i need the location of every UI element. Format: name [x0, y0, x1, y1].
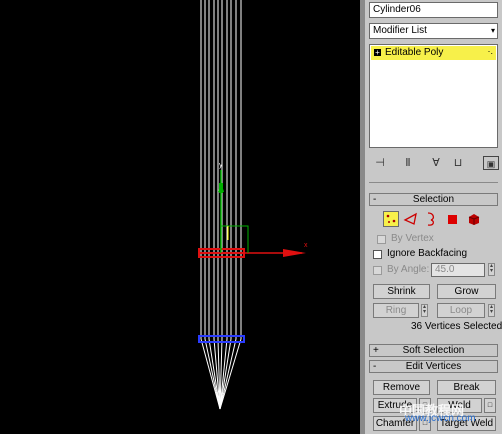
- angle-input[interactable]: 45.0: [431, 263, 485, 277]
- collapse-icon: -: [373, 194, 377, 205]
- cone-tip-wireframe: [200, 338, 242, 410]
- rollout-edit-vertices-title: Edit Vertices: [405, 361, 462, 372]
- chevron-down-icon: ▾: [490, 26, 495, 35]
- edge-icon[interactable]: [403, 211, 419, 227]
- watermark-url: www.jcwcn.com: [405, 413, 476, 424]
- divider: [369, 182, 498, 183]
- loop-spinner[interactable]: ▴ ▾: [488, 304, 495, 317]
- make-unique-icon[interactable]: ∀: [429, 156, 443, 170]
- selection-status: 36 Vertices Selected: [411, 321, 502, 332]
- shrink-button[interactable]: Shrink: [373, 284, 430, 299]
- angle-spinner[interactable]: ▴ ▾: [488, 263, 495, 276]
- viewport-canvas[interactable]: y x: [0, 0, 360, 434]
- by-vertex-label: By Vertex: [391, 233, 434, 244]
- by-angle-checkbox[interactable]: [373, 266, 382, 275]
- command-panel: Cylinder06 Modifier List ▾ + Editable Pol…: [365, 0, 502, 434]
- stack-item-editable-poly[interactable]: + Editable Poly ·.: [371, 46, 496, 60]
- remove-button[interactable]: Remove: [373, 380, 430, 395]
- gizmo-x-arrow[interactable]: [283, 249, 306, 257]
- ignore-backfacing-checkbox[interactable]: [373, 250, 382, 259]
- axis-y-label: y: [219, 162, 223, 169]
- expand-icon[interactable]: +: [374, 48, 381, 56]
- rollout-selection-header[interactable]: - Selection: [369, 193, 498, 206]
- element-icon[interactable]: [466, 211, 482, 227]
- ring-button[interactable]: Ring: [373, 303, 419, 318]
- rollout-soft-selection-header[interactable]: + Soft Selection: [369, 344, 498, 357]
- rollout-soft-selection-title: Soft Selection: [402, 345, 465, 356]
- perspective-viewport[interactable]: y x: [0, 0, 360, 434]
- show-end-result-icon[interactable]: Ⅱ: [401, 156, 415, 170]
- object-name-field[interactable]: Cylinder06: [369, 2, 498, 18]
- by-vertex-checkbox[interactable]: [377, 235, 386, 244]
- rollout-selection-title: Selection: [412, 194, 455, 205]
- loop-button[interactable]: Loop: [437, 303, 485, 318]
- axis-x-label: x: [304, 242, 308, 249]
- by-angle-label: By Angle:: [387, 264, 430, 275]
- ring-spinner[interactable]: ▴ ▾: [421, 304, 428, 317]
- remove-modifier-icon[interactable]: ⊔: [451, 156, 465, 170]
- modifier-stack[interactable]: + Editable Poly ·.: [369, 44, 498, 148]
- configure-sets-icon[interactable]: ▣: [483, 156, 499, 170]
- collapse-icon: -: [373, 361, 377, 372]
- modifier-list-label: Modifier List: [373, 25, 427, 36]
- expand-icon: +: [373, 345, 379, 356]
- vertex-icon[interactable]: [383, 211, 399, 227]
- stack-item-label: Editable Poly: [385, 47, 444, 58]
- sub-object-dots-icon: ·.: [487, 46, 494, 56]
- ignore-backfacing-label: Ignore Backfacing: [387, 248, 468, 259]
- weld-settings-icon[interactable]: □: [484, 398, 496, 413]
- break-button[interactable]: Break: [437, 380, 496, 395]
- polygon-icon[interactable]: [445, 211, 461, 227]
- border-icon[interactable]: [423, 211, 439, 227]
- modifier-list-dropdown[interactable]: Modifier List ▾: [369, 23, 498, 39]
- rollout-edit-vertices-header[interactable]: - Edit Vertices: [369, 360, 498, 373]
- grow-button[interactable]: Grow: [437, 284, 496, 299]
- cylinder-wireframe: [200, 0, 242, 339]
- pin-stack-icon[interactable]: ⊣: [373, 156, 387, 170]
